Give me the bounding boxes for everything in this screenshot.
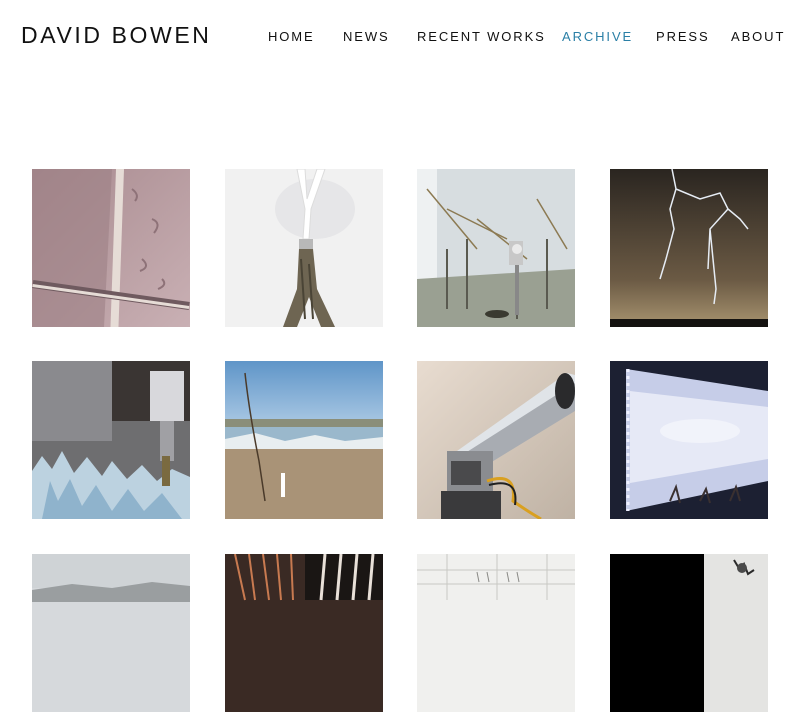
thumbnail-image bbox=[417, 554, 575, 712]
thumbnail-image bbox=[225, 554, 383, 712]
gallery-thumbnail[interactable] bbox=[32, 361, 190, 519]
gallery-thumbnail[interactable] bbox=[610, 554, 768, 712]
gallery-thumbnail[interactable] bbox=[225, 554, 383, 712]
archive-gallery bbox=[0, 0, 800, 712]
thumbnail-image bbox=[610, 169, 768, 327]
thumbnail-image bbox=[225, 361, 383, 519]
gallery-thumbnail[interactable] bbox=[32, 554, 190, 712]
gallery-thumbnail[interactable] bbox=[417, 169, 575, 327]
thumbnail-image bbox=[610, 361, 768, 519]
thumbnail-image bbox=[225, 169, 383, 327]
thumbnail-image bbox=[417, 169, 575, 327]
thumbnail-image bbox=[32, 554, 190, 712]
gallery-thumbnail[interactable] bbox=[417, 554, 575, 712]
gallery-thumbnail[interactable] bbox=[417, 361, 575, 519]
gallery-thumbnail[interactable] bbox=[32, 169, 190, 327]
gallery-thumbnail[interactable] bbox=[225, 361, 383, 519]
gallery-thumbnail[interactable] bbox=[610, 169, 768, 327]
gallery-thumbnail[interactable] bbox=[225, 169, 383, 327]
thumbnail-image bbox=[610, 554, 768, 712]
gallery-thumbnail[interactable] bbox=[610, 361, 768, 519]
thumbnail-image bbox=[32, 361, 190, 519]
thumbnail-image bbox=[417, 361, 575, 519]
thumbnail-image bbox=[32, 169, 190, 327]
